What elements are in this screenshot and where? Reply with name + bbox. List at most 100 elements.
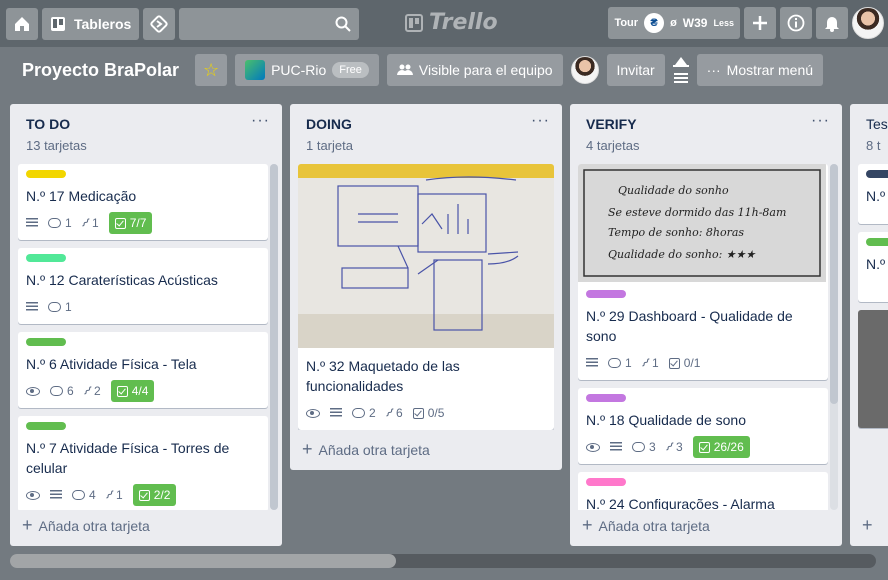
tour-number: ø [670, 17, 677, 29]
list-tes: Tes 8 t N.º N.º + [850, 104, 888, 546]
list-card[interactable]: Qualidade do sonho Se esteve dormido das… [578, 164, 828, 380]
card-title: N.º 29 Dashboard - Qualidade de sono [586, 308, 793, 344]
card-label[interactable] [26, 422, 66, 430]
card-label[interactable] [26, 254, 66, 262]
list-card[interactable]: N.º 32 Maquetado de las funcionalidades … [298, 164, 554, 430]
card-title: N.º 12 Caraterísticas Acústicas [26, 272, 218, 288]
jump-button[interactable] [143, 7, 176, 40]
description-icon [50, 490, 62, 500]
trello-logo-text: Trello [429, 10, 498, 35]
description-icon [26, 302, 38, 312]
description-icon [26, 218, 38, 228]
list-scrollbar[interactable] [830, 164, 838, 510]
checklist-count: 26/26 [713, 440, 744, 454]
list-title[interactable]: VERIFY [586, 116, 828, 132]
attachment-count: 2 [94, 384, 101, 398]
description-icon [330, 408, 342, 418]
list-card[interactable]: N.º 12 Caraterísticas Acústicas 1 [18, 248, 268, 324]
show-menu-label: Mostrar menú [726, 62, 814, 78]
list-menu-icon[interactable]: ··· [811, 112, 830, 130]
info-button[interactable] [780, 7, 812, 39]
attachment-count: 1 [652, 356, 659, 370]
cover-line-4: Qualidade do sonho: ★★★ [608, 248, 756, 261]
handwritten-note-image: Qualidade do sonho Se esteve dormido das… [578, 164, 826, 282]
list-card[interactable]: N.º 7 Atividade Física - Torres de celul… [18, 416, 268, 510]
list-title[interactable]: Tes [866, 116, 888, 132]
add-card-button[interactable]: + [862, 515, 873, 536]
sketch-photo-image [298, 164, 554, 348]
chart-icon[interactable] [672, 55, 689, 67]
list-card[interactable]: N.º 6 Atividade Física - Tela 6 ⌇ 2 4/4 [18, 332, 268, 408]
list-view-icon[interactable] [673, 73, 688, 85]
list-title[interactable]: TO DO [26, 116, 268, 132]
comment-count: 1 [65, 300, 72, 314]
invite-button[interactable]: Invitar [606, 54, 665, 86]
user-avatar[interactable] [852, 7, 884, 39]
card-title: N.º 32 Maquetado de las funcionalidades [306, 358, 460, 394]
list-doing: DOING 1 tarjeta ··· N.º 32 Maquetado de … [290, 104, 562, 470]
checklist-icon [116, 385, 128, 397]
card-label[interactable] [586, 290, 626, 298]
team-logo-icon [245, 60, 266, 80]
card-title: N.º 17 Medicação [26, 188, 137, 204]
add-card-label: Añada otra tarjeta [598, 517, 710, 534]
add-card-button[interactable]: + Añada otra tarjeta [582, 515, 710, 536]
card-title: N.º 18 Qualidade de sono [586, 412, 747, 428]
list-card-count: 8 t [866, 138, 881, 153]
info-icon [787, 14, 805, 32]
list-card[interactable]: N.º 24 Configurações - Alarma Qualidade … [578, 472, 828, 510]
plus-icon: + [862, 515, 873, 535]
trello-logo-icon [405, 13, 423, 32]
show-menu-button[interactable]: ··· Mostrar menú [696, 54, 824, 86]
list-card[interactable]: N.º 17 Medicação 1 ⌇ 1 7/7 [18, 164, 268, 240]
boards-button[interactable]: Tableros [42, 7, 140, 40]
list-card-cover[interactable] [858, 310, 888, 428]
top-navbar: Tableros Trello Tour ₴ ø W39 Less [0, 0, 888, 47]
comment-count: 4 [89, 488, 96, 502]
board-horizontal-scrollbar[interactable] [10, 554, 876, 568]
board-view-switcher[interactable] [672, 55, 689, 85]
comment-icon [50, 386, 63, 396]
star-button[interactable]: ☆ [195, 54, 228, 86]
list-menu-icon[interactable]: ··· [531, 112, 550, 130]
board-header: Proyecto BraPolar ☆ PUC-Rio Free Visible… [0, 47, 888, 93]
attachment-icon: ⌇ [661, 439, 677, 455]
list-menu-icon[interactable]: ··· [251, 112, 270, 130]
comment-icon [632, 442, 645, 452]
search-input[interactable] [179, 7, 360, 40]
visibility-button[interactable]: Visible para el equipo [386, 54, 563, 86]
list-card[interactable]: N.º [858, 164, 888, 224]
comment-count: 6 [67, 384, 74, 398]
checklist-icon [412, 407, 424, 419]
card-title: N.º [866, 256, 886, 272]
boards-icon [51, 16, 65, 31]
attachment-icon: ⌇ [79, 383, 95, 399]
card-label[interactable] [26, 338, 66, 346]
trello-logo[interactable]: Trello [405, 10, 498, 35]
list-card[interactable]: N.º 18 Qualidade de sono 3 ⌇ 3 26/26 [578, 388, 828, 464]
card-label[interactable] [26, 170, 66, 178]
add-card-button[interactable]: + Añada otra tarjeta [302, 439, 430, 460]
tour-widget[interactable]: Tour ₴ ø W39 Less [608, 7, 740, 39]
card-label[interactable] [586, 394, 626, 402]
list-title[interactable]: DOING [306, 116, 548, 132]
card-label[interactable] [866, 170, 888, 178]
add-card-button[interactable]: + Añada otra tarjeta [22, 515, 150, 536]
card-label[interactable] [586, 478, 626, 486]
board-title[interactable]: Proyecto BraPolar [22, 60, 179, 81]
list-card[interactable]: N.º [858, 232, 888, 302]
team-button[interactable]: PUC-Rio Free [235, 54, 379, 86]
list-verify: VERIFY 4 tarjetas ··· Qualidade do sonho… [570, 104, 842, 546]
ellipsis-icon: ··· [706, 62, 721, 78]
home-button[interactable] [6, 7, 38, 40]
list-scrollbar[interactable] [270, 164, 278, 510]
board-member-avatar[interactable] [570, 56, 599, 84]
create-button[interactable] [744, 7, 776, 39]
attachment-count: 1 [92, 216, 99, 230]
list-todo: TO DO 13 tarjetas ··· N.º 17 Medicação 1… [10, 104, 282, 546]
comment-icon [608, 358, 621, 368]
notifications-button[interactable] [816, 7, 848, 39]
description-icon [586, 358, 598, 368]
card-label[interactable] [866, 238, 888, 246]
description-icon [610, 442, 622, 452]
